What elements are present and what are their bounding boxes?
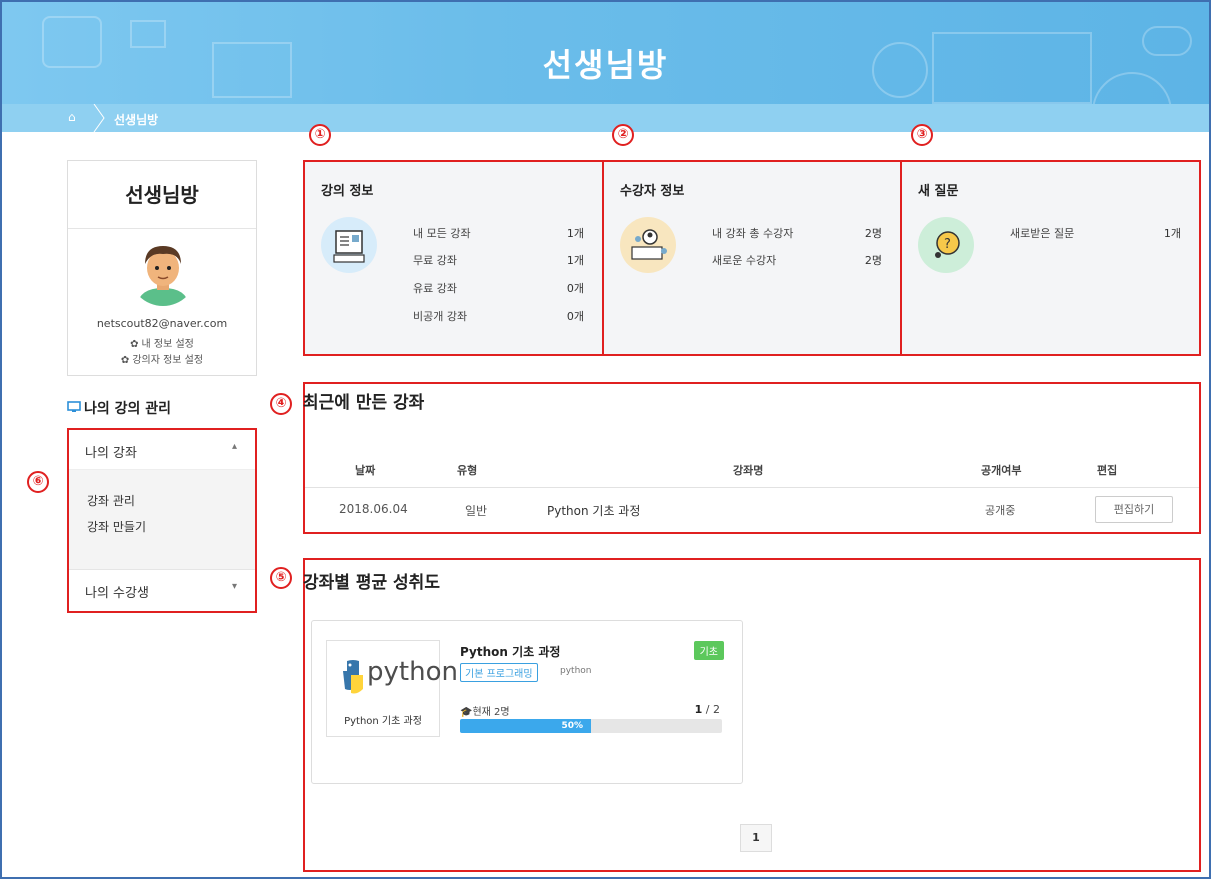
course-management-title: 나의 강의 관리 (84, 401, 172, 417)
page-banner: 선생님방 (2, 2, 1209, 104)
my-info-settings-label: 내 정보 설정 (141, 339, 194, 350)
marker-5: ⑤ (270, 567, 292, 589)
instructor-info-settings-label: 강의자 정보 설정 (132, 355, 204, 366)
stat-value: 2명 (864, 227, 882, 240)
marker-4: ④ (270, 393, 292, 415)
stat-value: 0개 (566, 310, 584, 323)
stat-label: 내 모든 강좌 (413, 227, 471, 240)
column-header: 강좌명 (733, 464, 764, 477)
sidebar-item-create-course[interactable]: 강좌 만들기 (87, 518, 237, 535)
course-status: 공개중 (985, 504, 1016, 517)
course-name[interactable]: Python 기초 과정 (547, 502, 640, 519)
course-card[interactable]: python Python 기초 과정 Python 기초 과정 기초 기본 프… (311, 620, 743, 784)
stat-value: 1개 (566, 254, 584, 267)
stat-label: 새로받은 질문 (1010, 227, 1075, 240)
new-questions-card: 새 질문 ? 새로받은 질문 1개 (900, 160, 1201, 356)
progress-fill: 50% (460, 719, 591, 733)
table-header: 날짜 유형 강좌명 공개여부 편집 (305, 452, 1199, 488)
column-header: 공개여부 (981, 464, 1022, 477)
total-count: / 2 (705, 703, 720, 716)
sidebar-item-my-students[interactable]: 나의 수강생 ▾ (69, 569, 255, 609)
stat-value: 0개 (566, 282, 584, 295)
my-courses-submenu: 강좌 관리 강좌 만들기 (69, 470, 255, 569)
course-board-icon (321, 217, 377, 273)
level-badge: 기초 (693, 641, 724, 660)
student-info-card: 수강자 정보 내 강좌 총 수강자 2명 새로운 수강자 2명 (602, 160, 902, 356)
progress-bar: 50% (460, 719, 722, 733)
marker-6: ⑥ (27, 471, 49, 493)
stat-label: 새로운 수강자 (712, 254, 777, 267)
graduation-cap-icon: 🎓 (460, 707, 473, 718)
category-tag: 기본 프로그래밍 (460, 663, 538, 682)
logo-text: python (367, 657, 458, 687)
breadcrumb: ⌂ 선생님방 (2, 104, 1209, 132)
sidebar-item-my-courses[interactable]: 나의 강좌 ▴ (69, 430, 255, 470)
recent-courses-section: 최근에 만든 강좌 날짜 유형 강좌명 공개여부 편집 2018.06.04 일… (303, 382, 1201, 534)
sidebar-item-label: 나의 수강생 (85, 586, 149, 601)
edit-course-button[interactable]: 편집하기 (1095, 496, 1173, 523)
profile-card: 선생님방 netscout82@naver.com ✿ 내 정보 설정 ✿ 강의자 … (67, 160, 257, 376)
stat-label: 유료 강좌 (413, 282, 457, 295)
achievement-title: 강좌별 평균 성취도 (303, 573, 440, 593)
chevron-down-icon: ▾ (231, 581, 237, 592)
stat-value: 2명 (864, 254, 882, 267)
thumbnail-caption: Python 기초 과정 (344, 716, 422, 727)
course-date: 2018.06.04 (339, 502, 408, 516)
svg-text:?: ? (944, 237, 951, 252)
language-tag: python (560, 666, 592, 676)
course-title: Python 기초 과정 (460, 645, 561, 659)
completion-ratio: 1 / 2 (695, 703, 720, 716)
student-count-label: 현재 2명 (472, 707, 510, 718)
column-header: 날짜 (355, 464, 376, 477)
recent-courses-title: 최근에 만든 강좌 (303, 393, 425, 413)
course-thumbnail: python Python 기초 과정 (326, 640, 458, 737)
profile-name: 선생님방 (68, 161, 256, 229)
sidebar-item-label: 나의 강좌 (85, 446, 137, 461)
column-header: 편집 (1097, 464, 1118, 477)
student-icon (620, 217, 676, 273)
monitor-icon (67, 401, 81, 417)
sidebar-item-manage-courses[interactable]: 강좌 관리 (87, 492, 237, 509)
page-title: 선생님방 (542, 46, 669, 84)
python-logo-icon (343, 660, 363, 694)
gear-icon: ✿ (120, 355, 130, 366)
lecture-info-title: 강의 정보 (321, 184, 374, 199)
question-icon: ? (918, 217, 974, 273)
new-questions-title: 새 질문 (918, 184, 959, 199)
breadcrumb-current: 선생님방 (114, 113, 159, 127)
marker-1: ① (309, 124, 331, 146)
stat-label: 비공개 강좌 (413, 310, 468, 323)
stat-value: 1개 (566, 227, 584, 240)
course-type: 일반 (465, 504, 488, 518)
marker-2: ② (612, 124, 634, 146)
achievement-section: 강좌별 평균 성취도 python Python 기초 과정 Python 기초… (303, 558, 1201, 872)
lecture-info-card: 강의 정보 내 모든 강좌 1개 무료 강좌 1개 유료 강좌 0개 비공개 강… (303, 160, 604, 356)
sidebar-menu: 나의 강좌 ▴ 강좌 관리 강좌 만들기 나의 수강생 ▾ (67, 428, 257, 613)
stat-label: 내 강좌 총 수강자 (712, 227, 794, 240)
stat-value: 1개 (1163, 227, 1181, 240)
avatar (129, 238, 197, 306)
column-header: 유형 (457, 464, 478, 477)
stat-label: 무료 강좌 (413, 254, 457, 267)
gear-icon: ✿ (130, 339, 139, 350)
breadcrumb-separator-icon (93, 104, 105, 132)
pagination-page-1[interactable]: 1 (740, 824, 772, 852)
course-management-heading: 나의 강의 관리 (67, 398, 171, 418)
chevron-up-icon: ▴ (231, 441, 237, 452)
profile-email: netscout82@naver.com (96, 317, 228, 330)
instructor-info-settings-link[interactable]: ✿ 강의자 정보 설정 (68, 351, 256, 366)
home-icon[interactable]: ⌂ (68, 110, 76, 124)
completed-count: 1 (694, 703, 703, 716)
my-info-settings-link[interactable]: ✿ 내 정보 설정 (68, 335, 256, 350)
student-count: 🎓현재 2명 (460, 703, 510, 718)
marker-3: ③ (911, 124, 933, 146)
student-info-title: 수강자 정보 (620, 184, 685, 199)
